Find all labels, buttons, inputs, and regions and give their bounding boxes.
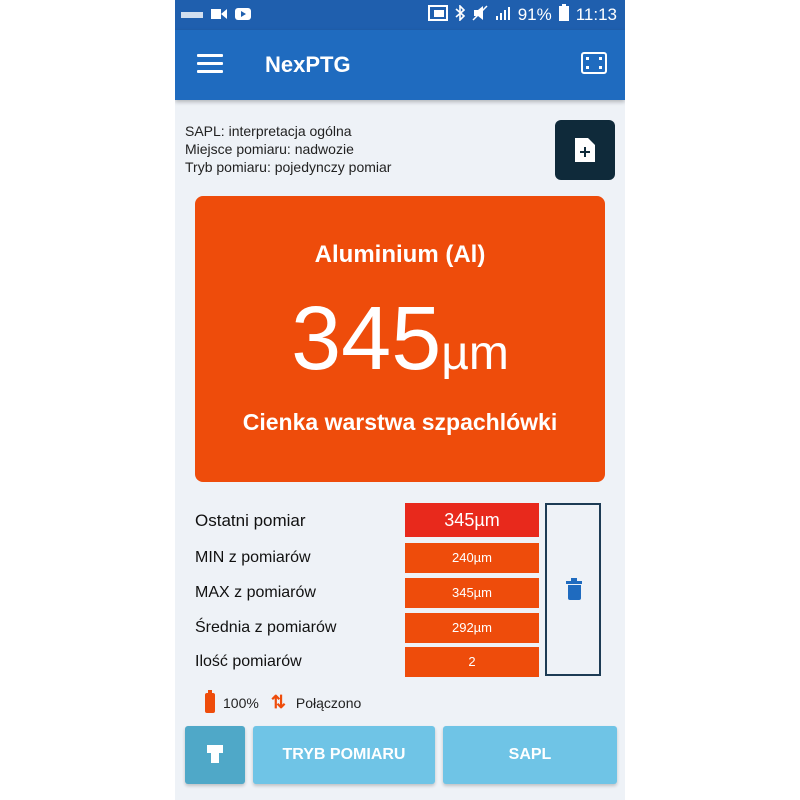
sapl-button[interactable]: SAPL bbox=[443, 726, 617, 784]
bluetooth-icon bbox=[455, 3, 465, 26]
stat-label-count: Ilość pomiarów bbox=[195, 653, 302, 670]
clock: 11:13 bbox=[575, 5, 617, 24]
flashlight-button[interactable] bbox=[185, 726, 245, 784]
fullscreen-icon[interactable] bbox=[581, 52, 607, 74]
phone-screen: 91% 11:13 NexPTG SAPL: interpretacja ogó… bbox=[175, 0, 625, 800]
thickness-value: 345 bbox=[291, 289, 442, 389]
connection-arrows-icon: ⇅ bbox=[270, 692, 286, 712]
measurement-info: SAPL: interpretacja ogólna Miejsce pomia… bbox=[185, 122, 391, 176]
device-status: 100% ⇅ Połączono bbox=[205, 689, 362, 713]
device-battery-label: 100% bbox=[223, 694, 259, 711]
thickness-reading: 345µm bbox=[195, 288, 605, 391]
mute-icon bbox=[472, 4, 488, 26]
stat-label-min: MIN z pomiarów bbox=[195, 549, 311, 566]
signal-icon bbox=[495, 5, 511, 26]
battery-percent: 91% bbox=[517, 5, 552, 24]
stat-label-avg: Średnia z pomiarów bbox=[195, 619, 337, 636]
add-file-icon bbox=[575, 138, 595, 162]
stat-value-last: 345µm bbox=[405, 503, 539, 537]
stat-label-last: Ostatni pomiar bbox=[195, 511, 306, 530]
menu-icon[interactable] bbox=[197, 54, 223, 74]
flashlight-icon bbox=[207, 745, 223, 763]
status-bar: 91% 11:13 bbox=[175, 0, 625, 30]
mode-info: Tryb pomiaru: pojedynczy pomiar bbox=[185, 159, 392, 175]
app-title: NexPTG bbox=[265, 52, 351, 77]
connection-label: Połączono bbox=[295, 694, 362, 711]
video-icon bbox=[211, 7, 227, 25]
material-label: Aluminium (Al) bbox=[314, 241, 486, 268]
location-info: Miejsce pomiaru: nadwozie bbox=[185, 141, 354, 157]
stat-value-avg: 292µm bbox=[405, 613, 539, 643]
cast-icon bbox=[427, 4, 448, 26]
delete-button[interactable] bbox=[545, 503, 601, 676]
new-document-button[interactable] bbox=[555, 120, 615, 180]
trash-icon bbox=[566, 578, 582, 600]
battery-icon bbox=[558, 4, 569, 26]
stat-label-max: MAX z pomiarów bbox=[195, 584, 316, 601]
measurement-mode-button[interactable]: TRYB POMIARU bbox=[253, 726, 435, 784]
sapl-info: SAPL: interpretacja ogólna bbox=[185, 123, 352, 139]
verdict-label: Cienka warstwa szpachlówki bbox=[242, 409, 558, 435]
app-bar: NexPTG bbox=[175, 30, 625, 100]
voicemail-icon bbox=[181, 7, 203, 25]
youtube-icon bbox=[235, 7, 251, 25]
stat-value-max: 345µm bbox=[405, 578, 539, 608]
thickness-unit: µm bbox=[441, 327, 509, 380]
stat-value-min: 240µm bbox=[405, 543, 539, 573]
stat-value-count: 2 bbox=[405, 647, 539, 677]
device-battery-icon bbox=[205, 689, 215, 713]
result-card: Aluminium (Al) 345µm Cienka warstwa szpa… bbox=[195, 196, 605, 482]
